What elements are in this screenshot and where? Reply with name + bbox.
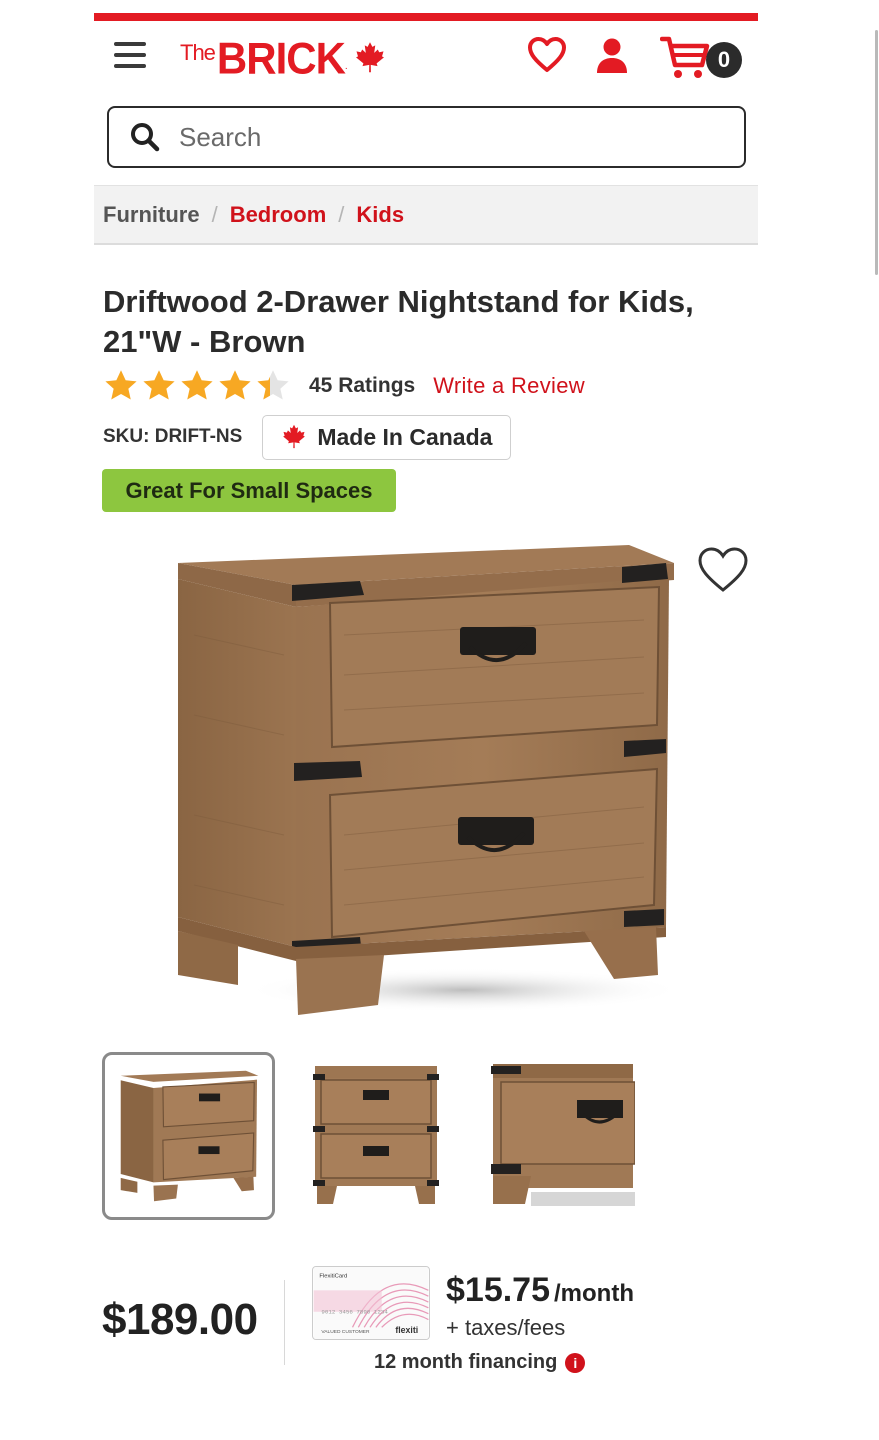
- sku-row: SKU: DRIFT-NS Made In Canada: [103, 414, 512, 460]
- search-input[interactable]: [179, 121, 699, 153]
- breadcrumb-separator: /: [211, 201, 218, 227]
- brand-top-bar: [94, 13, 758, 21]
- sku-label: SKU: DRIFT-NS: [103, 426, 243, 447]
- monthly-payment: $15.75/month: [446, 1271, 634, 1310]
- monthly-amount: $15.75: [446, 1271, 550, 1309]
- price-divider: [284, 1280, 285, 1365]
- breadcrumb-item-furniture[interactable]: Furniture: [103, 202, 200, 228]
- cart-icon[interactable]: [660, 34, 710, 80]
- wishlist-heart-icon[interactable]: [696, 545, 750, 595]
- heart-icon[interactable]: [527, 36, 567, 74]
- site-header: The BRICK . 0: [94, 22, 758, 100]
- star-icon: [219, 370, 251, 400]
- feature-badge: Great For Small Spaces: [102, 469, 396, 512]
- logo-prefix: The: [180, 40, 216, 65]
- financing-info: 12 month financing i: [374, 1351, 586, 1374]
- product-title: Driftwood 2-Drawer Nightstand for Kids, …: [103, 284, 694, 359]
- maple-leaf-icon: [355, 42, 384, 73]
- star-icon: [143, 370, 175, 400]
- taxes-note: + taxes/fees: [446, 1315, 566, 1340]
- hamburger-menu-icon[interactable]: [114, 42, 146, 70]
- svg-text:flexiti: flexiti: [395, 1325, 418, 1335]
- monthly-unit: /month: [554, 1280, 634, 1307]
- page-scrollbar[interactable]: [875, 30, 878, 275]
- search-icon[interactable]: [129, 121, 161, 153]
- flexiti-card-image[interactable]: FlexitiCard 9012 3456 7890 1234 VALUED C…: [312, 1266, 430, 1340]
- thumbnail-image-front: [312, 1066, 439, 1204]
- financing-label: 12 month financing: [374, 1351, 558, 1373]
- search-bar[interactable]: [107, 106, 746, 168]
- account-icon[interactable]: [595, 37, 629, 75]
- brand-logo[interactable]: The BRICK .: [180, 33, 388, 84]
- thumbnail-image-detail: [490, 1064, 635, 1206]
- ratings-count[interactable]: 45 Ratings: [309, 374, 415, 398]
- breadcrumb-separator: /: [338, 201, 345, 227]
- made-in-canada-badge: Made In Canada: [262, 414, 512, 460]
- rating-row: 45 Ratings Write a Review: [103, 366, 585, 406]
- product-image-nightstand[interactable]: [174, 535, 674, 1025]
- cart-count-badge[interactable]: 0: [706, 42, 742, 78]
- breadcrumb-item-kids[interactable]: Kids: [356, 202, 404, 228]
- product-price: $189.00: [102, 1295, 258, 1344]
- breadcrumb-item-bedroom[interactable]: Bedroom: [230, 202, 327, 228]
- thumbnail-image-angle: [120, 1070, 258, 1202]
- star-icon: [105, 370, 137, 400]
- thumbnail-3[interactable]: [476, 1052, 649, 1220]
- breadcrumb: Furniture / Bedroom / Kids: [94, 185, 758, 245]
- logo-name: BRICK: [216, 33, 346, 84]
- info-icon[interactable]: i: [565, 1352, 586, 1373]
- maple-leaf-icon: [283, 424, 306, 449]
- star-rating[interactable]: [103, 368, 291, 404]
- made-in-canada-label: Made In Canada: [317, 423, 493, 450]
- star-icon: [181, 370, 213, 400]
- svg-text:9012 3456 7890 1234: 9012 3456 7890 1234: [321, 1309, 388, 1316]
- logo-dot: .: [344, 61, 348, 72]
- write-review-link[interactable]: Write a Review: [433, 373, 585, 399]
- svg-text:FlexitiCard: FlexitiCard: [319, 1274, 347, 1280]
- svg-text:VALUED CUSTOMER: VALUED CUSTOMER: [321, 1329, 370, 1335]
- star-icon: [257, 370, 289, 400]
- thumbnail-2[interactable]: [289, 1052, 462, 1220]
- thumbnail-1[interactable]: [102, 1052, 275, 1220]
- thumbnail-gallery: [102, 1052, 649, 1220]
- page: The BRICK . 0 Furniture: [94, 0, 758, 1440]
